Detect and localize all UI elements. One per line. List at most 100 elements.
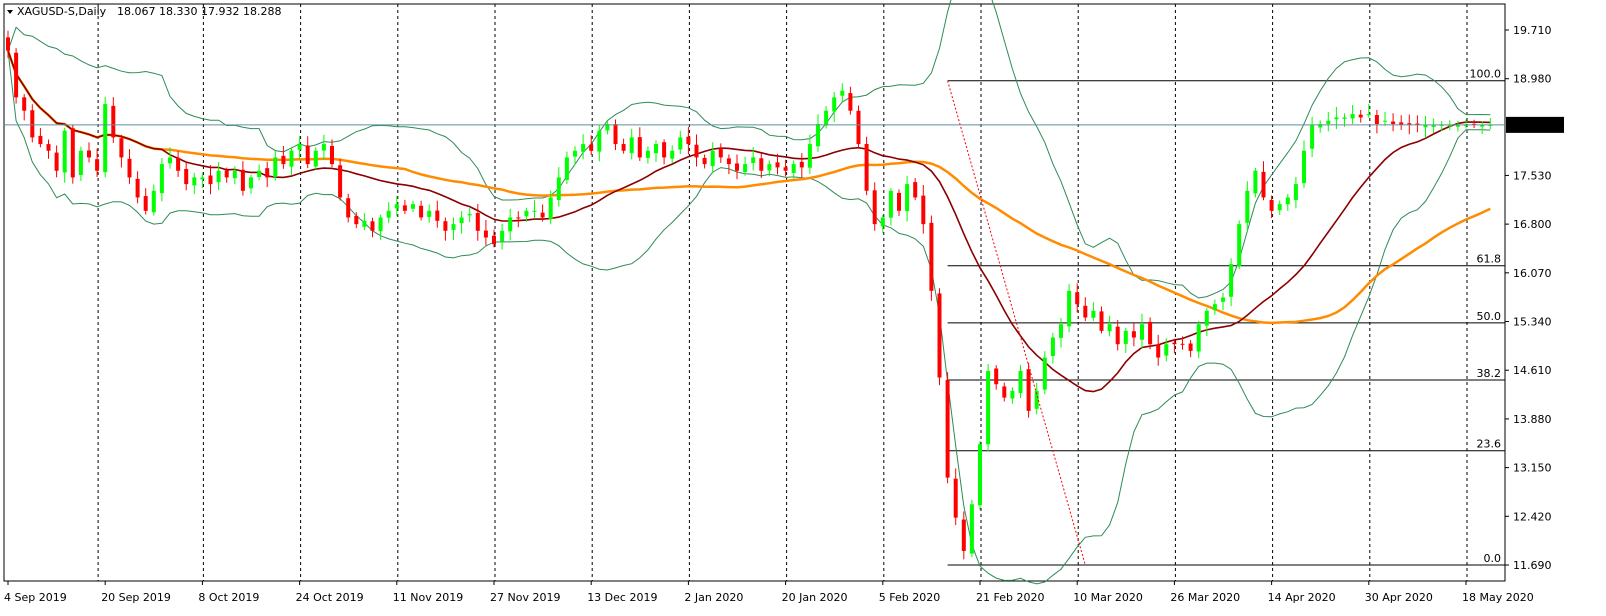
chart-svg[interactable]: 100.0 61.8 50.0 38.2 23.6 0.0 19.710 18.980 17.… [0, 0, 1606, 612]
candle-body-94 [767, 164, 772, 171]
candle-1[interactable] [14, 48, 19, 104]
x-tick-label-6: 13 Dec 2019 [587, 591, 657, 604]
candle-body-39 [321, 144, 326, 151]
candle-body-102 [832, 97, 837, 112]
candle-body-44 [362, 220, 367, 227]
candle-body-19 [159, 164, 164, 194]
x-tick-label-3: 24 Oct 2019 [296, 591, 364, 604]
candle-body-77 [629, 137, 634, 154]
candle-body-104 [848, 93, 853, 111]
candle-body-53 [435, 210, 440, 221]
candle-body-156 [1269, 199, 1274, 211]
candle-body-116 [945, 379, 950, 478]
candle-body-113 [921, 195, 926, 225]
candle-body-18 [151, 190, 156, 213]
candle-body-41 [338, 165, 343, 198]
candle-115[interactable] [937, 288, 942, 386]
candle-body-90 [735, 163, 739, 171]
candle-body-81 [662, 142, 667, 158]
candle-body-11 [95, 159, 100, 171]
candle-body-106 [864, 143, 869, 191]
candle-body-121 [986, 370, 991, 445]
candle-body-13 [111, 105, 116, 138]
candle-body-117 [953, 478, 958, 518]
candle-body-98 [799, 161, 804, 168]
candle-body-168 [1366, 114, 1371, 116]
candle-body-45 [370, 221, 375, 231]
candle-116[interactable] [945, 372, 950, 484]
candle-body-97 [791, 164, 796, 173]
candle-body-59 [483, 230, 488, 238]
candle-body-0 [6, 37, 10, 51]
candle-154[interactable] [1253, 167, 1258, 198]
candle-body-47 [386, 210, 391, 218]
fibo-level-label-1: 61.8 [1477, 253, 1502, 266]
candle-body-125 [1018, 370, 1023, 394]
candle-body-14 [119, 138, 124, 158]
candle-body-58 [475, 213, 480, 231]
y-tick-label-4: 16.070 [1513, 267, 1552, 280]
candle-body-110 [897, 192, 901, 211]
candle-128[interactable] [1042, 351, 1047, 395]
x-tick-label-10: 21 Feb 2020 [976, 591, 1044, 604]
candle-body-169 [1374, 115, 1379, 125]
candle-body-99 [807, 144, 812, 168]
candle-body-71 [581, 144, 586, 152]
candle-body-32 [265, 168, 270, 178]
y-tick-label-9: 12.420 [1513, 510, 1552, 523]
candle-body-122 [994, 368, 999, 385]
candle-body-164 [1334, 117, 1339, 120]
y-tick-label-2: 17.530 [1513, 169, 1552, 182]
candle-body-157 [1277, 204, 1282, 211]
candle-body-24 [200, 177, 205, 180]
candle-body-131 [1067, 290, 1072, 327]
candle-body-103 [840, 90, 845, 96]
price-chart[interactable]: 100.0 61.8 50.0 38.2 23.6 0.0 19.710 18.980 17.… [0, 0, 1606, 612]
candle-body-160 [1302, 150, 1306, 184]
candle-body-143 [1164, 344, 1169, 356]
candle-body-155 [1261, 171, 1266, 198]
candle-body-26 [216, 170, 221, 183]
candle-12[interactable] [103, 97, 108, 178]
candle-body-107 [872, 190, 877, 225]
candle-body-91 [743, 164, 748, 172]
candle-121[interactable] [986, 363, 991, 452]
candle-body-108 [880, 217, 885, 227]
candle-body-166 [1350, 114, 1355, 119]
candle-body-111 [905, 184, 910, 212]
symbol-label: XAGUSD-S,Daily [17, 5, 107, 18]
candle-body-129 [1050, 337, 1055, 357]
candle-114[interactable] [929, 215, 934, 301]
candle-body-138 [1123, 330, 1128, 344]
candle-120[interactable] [978, 441, 982, 510]
candle-105[interactable] [856, 105, 861, 149]
candle-body-148 [1204, 310, 1209, 326]
candle-body-167 [1358, 114, 1363, 118]
candle-152[interactable] [1237, 220, 1242, 270]
candle-body-21 [176, 157, 181, 171]
candle-body-16 [135, 178, 140, 198]
candle-body-43 [354, 215, 359, 225]
candle-body-87 [710, 150, 715, 167]
candle-106[interactable] [864, 136, 869, 196]
candle-body-93 [759, 158, 764, 171]
candle-body-78 [637, 137, 642, 158]
candle-body-46 [378, 217, 383, 232]
candle-body-141 [1148, 321, 1153, 345]
x-tick-label-4: 11 Nov 2019 [393, 591, 463, 604]
candle-body-22 [184, 168, 189, 185]
candle-body-4 [38, 135, 43, 145]
candle-body-84 [686, 136, 691, 145]
candle-8[interactable] [70, 124, 75, 184]
candle-body-28 [232, 170, 237, 179]
candle-body-128 [1042, 357, 1047, 390]
candle-body-139 [1131, 331, 1136, 338]
candle-119[interactable] [969, 499, 974, 558]
candle-body-56 [459, 217, 464, 224]
candle-body-89 [726, 158, 731, 165]
candle-body-118 [961, 519, 966, 551]
candle-body-61 [500, 230, 505, 242]
candle-131[interactable] [1067, 284, 1072, 333]
candle-body-124 [1010, 390, 1015, 399]
candle-body-92 [751, 157, 756, 163]
